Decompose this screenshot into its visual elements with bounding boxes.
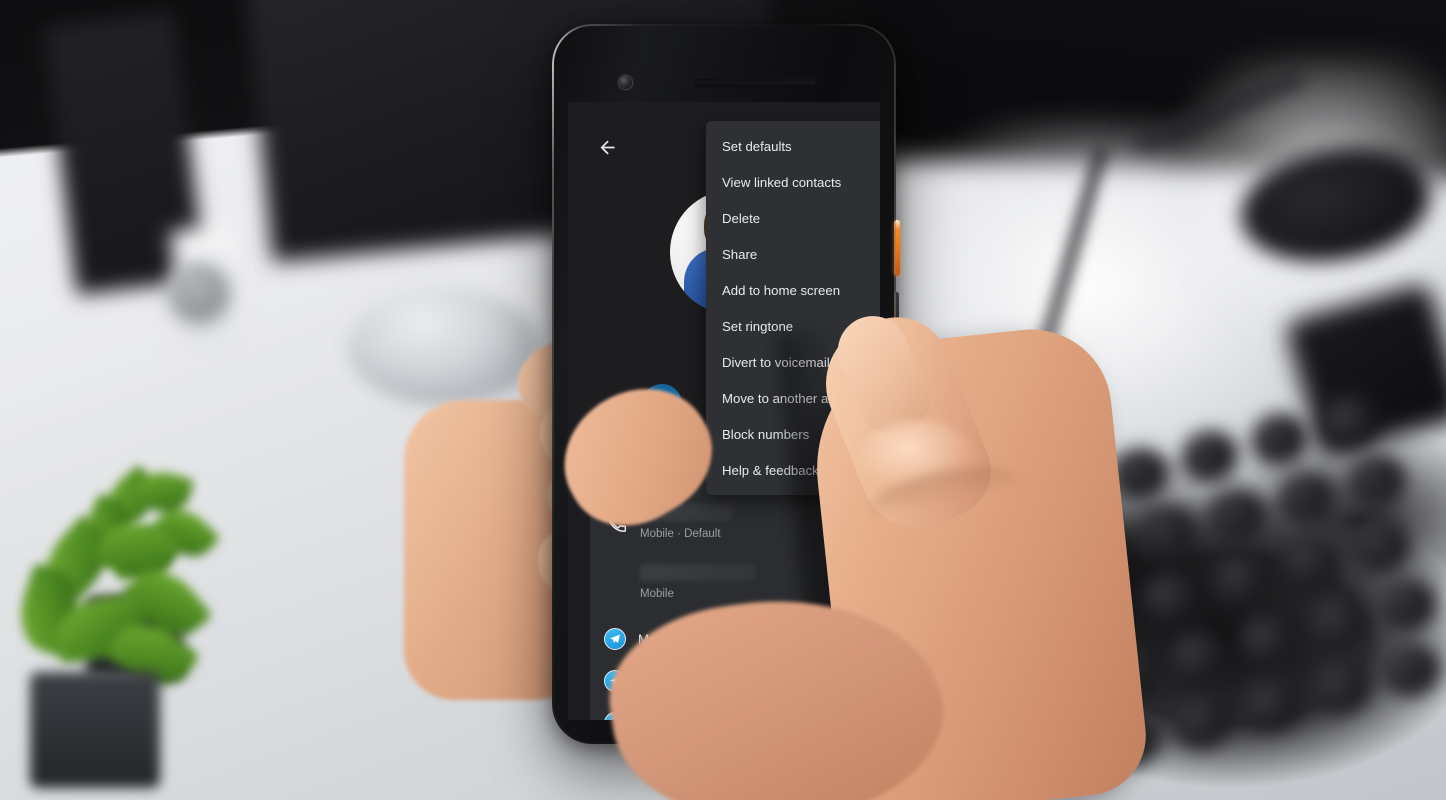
keyboard-key: [1373, 572, 1442, 638]
keyboard-key: [1027, 725, 1097, 790]
message-icon[interactable]: [842, 575, 862, 595]
back-button[interactable]: [592, 132, 622, 162]
call-quick-action[interactable]: Call: [634, 384, 690, 443]
telegram-action-label: Voice call: [638, 673, 696, 689]
phone-number-redacted: [640, 504, 732, 521]
telegram-action-row[interactable]: Message: [590, 618, 880, 660]
telegram-action-label: Video call · 01996 5705700: [638, 716, 802, 721]
menu-item-set-ringtone[interactable]: Set ringtone: [706, 309, 880, 345]
menu-item-divert-to-voicemail[interactable]: Divert to voicemail: [706, 345, 880, 381]
keyboard-key: [1167, 690, 1237, 755]
keyboard-key: [1272, 466, 1342, 531]
menu-item-set-defaults[interactable]: Set defaults: [706, 129, 880, 165]
monitor-stand-joint: [168, 262, 230, 324]
menu-item-add-to-home-screen[interactable]: Add to home screen: [706, 273, 880, 309]
plant-pot-large: [30, 672, 160, 788]
keyboard-key: [1097, 707, 1167, 773]
telegram-icon: [604, 712, 626, 720]
keyboard-key: [1307, 655, 1376, 720]
volume-button[interactable]: [894, 292, 899, 362]
keyboard-key: [1233, 607, 1303, 673]
keyboard-key: [1163, 625, 1233, 690]
keyboard-key: [1345, 513, 1415, 579]
keyboard-key: [1342, 448, 1411, 514]
smart-speaker: [348, 288, 540, 406]
telegram-action-row[interactable]: Voice call: [590, 660, 880, 702]
phone-icon: [608, 514, 627, 532]
menu-item-help-feedback[interactable]: Help & feedback: [706, 453, 880, 489]
keyboard-key: [996, 600, 1066, 666]
call-label: Call: [652, 431, 672, 443]
arrow-left-icon: [600, 140, 614, 154]
keyboard-key: [1202, 483, 1272, 549]
keyboard-key: [1132, 501, 1202, 566]
telegram-icon: [604, 628, 626, 650]
phone-number-row[interactable]: Mobile · Default: [590, 496, 880, 554]
phone-number-label: Mobile: [640, 588, 674, 600]
telegram-action-row[interactable]: Video call · 01996 5705700: [590, 702, 880, 720]
keyboard-key: [1376, 637, 1446, 703]
keyboard-key: [1206, 548, 1276, 614]
keyboard-key: [1023, 660, 1093, 725]
keyboard-key: [1062, 518, 1132, 583]
menu-item-block-numbers[interactable]: Block numbers: [706, 417, 880, 453]
keyboard-key: [1276, 531, 1345, 596]
phone-icon: [654, 396, 670, 412]
telegram-number-redacted: [714, 674, 784, 689]
smartphone: K Call Contact info: [552, 24, 900, 744]
telegram-action-label: Message: [638, 631, 693, 647]
call-button[interactable]: [642, 384, 682, 424]
earpiece-speaker: [693, 78, 815, 87]
keyboard-key: [992, 535, 1062, 601]
photo-scene: K Call Contact info: [0, 0, 1446, 800]
overflow-menu: Set defaults View linked contacts Delete Sh…: [706, 121, 880, 495]
phone-number-redacted: [640, 564, 755, 581]
phone-number-label: Mobile · Default: [640, 528, 721, 540]
keyboard-key: [1066, 583, 1136, 648]
keyboard-key: [1237, 672, 1307, 738]
menu-item-delete[interactable]: Delete: [706, 201, 880, 237]
keyboard-key: [1136, 566, 1206, 631]
menu-item-move-to-another-account[interactable]: Move to another account: [706, 381, 880, 417]
menu-item-share[interactable]: Share: [706, 237, 880, 273]
keyboard-key: [1093, 642, 1163, 708]
power-button[interactable]: [894, 220, 900, 276]
message-icon[interactable]: [842, 515, 862, 535]
front-camera-icon: [619, 76, 632, 89]
menu-item-view-linked-contacts[interactable]: View linked contacts: [706, 165, 880, 201]
keyboard-key: [1303, 590, 1373, 655]
phone-screen: K Call Contact info: [568, 102, 880, 720]
contact-info-title: Contact info: [612, 466, 697, 482]
telegram-number-redacted: [706, 632, 784, 647]
telegram-icon: [604, 670, 626, 692]
phone-number-row[interactable]: Mobile: [590, 556, 880, 614]
